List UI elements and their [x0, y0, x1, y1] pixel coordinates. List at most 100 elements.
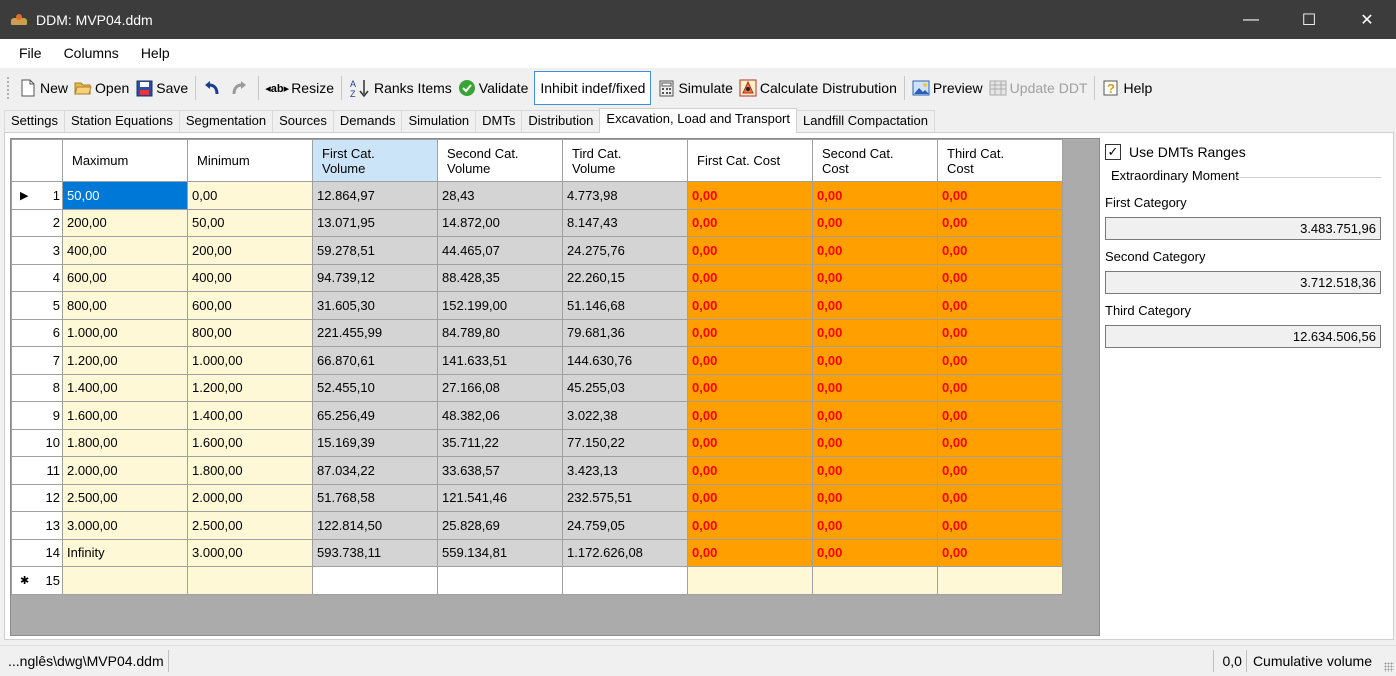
- grid-cell[interactable]: 1.600,00: [187, 428, 313, 457]
- grid-cell[interactable]: [62, 566, 188, 595]
- grid-cell[interactable]: 1.400,00: [187, 401, 313, 430]
- row-header[interactable]: 13: [11, 511, 63, 540]
- grid-cell[interactable]: 593.738,11: [312, 538, 438, 567]
- grid-cell[interactable]: 0,00: [812, 428, 938, 457]
- grid-cell[interactable]: 1.800,00: [62, 428, 188, 457]
- menu-help[interactable]: Help: [130, 39, 181, 68]
- grid-cell[interactable]: 1.000,00: [62, 318, 188, 347]
- grid-cell[interactable]: 24.275,76: [562, 236, 688, 265]
- grid-cell[interactable]: 0,00: [937, 428, 1063, 457]
- new-row[interactable]: ✱ 15: [11, 566, 1063, 595]
- grid-cell[interactable]: 152.199,00: [437, 291, 563, 320]
- grid-cell[interactable]: 400,00: [187, 263, 313, 292]
- grid-cell[interactable]: 0,00: [937, 538, 1063, 567]
- grid-cell[interactable]: 0,00: [937, 483, 1063, 512]
- grid-cell[interactable]: 0,00: [812, 181, 938, 210]
- grid-cell[interactable]: 0,00: [937, 346, 1063, 375]
- preview-button[interactable]: Preview: [909, 73, 986, 103]
- grid-cell[interactable]: 8.147,43: [562, 208, 688, 237]
- grid-cell[interactable]: 3.000,00: [62, 511, 188, 540]
- grid-cell[interactable]: 0,00: [687, 428, 813, 457]
- grid-cell[interactable]: 600,00: [62, 263, 188, 292]
- row-header[interactable]: 3: [11, 236, 63, 265]
- grid-cell[interactable]: 2.500,00: [62, 483, 188, 512]
- grid-cell[interactable]: 232.575,51: [562, 483, 688, 512]
- grid-cell[interactable]: 48.382,06: [437, 401, 563, 430]
- undo-button[interactable]: [200, 73, 227, 103]
- col-header-second-cat-cost[interactable]: Second Cat. Cost: [812, 139, 938, 182]
- grid-cell[interactable]: 1.600,00: [62, 401, 188, 430]
- table-row[interactable]: 7 1.200,00 1.000,00 66.870,61 141.633,51 144.…: [11, 346, 1063, 375]
- tab-excavation-load-transport[interactable]: Excavation, Load and Transport: [599, 108, 797, 133]
- toolbar-grip-icon[interactable]: [6, 76, 10, 100]
- grid-cell[interactable]: 0,00: [937, 181, 1063, 210]
- open-button[interactable]: Open: [71, 73, 132, 103]
- grid-cell[interactable]: 66.870,61: [312, 346, 438, 375]
- grid-cell[interactable]: 12.864,97: [312, 181, 438, 210]
- grid-cell[interactable]: 0,00: [187, 181, 313, 210]
- table-row[interactable]: 14 Infinity 3.000,00 593.738,11 559.134,81 1.…: [11, 538, 1063, 567]
- row-header[interactable]: 7: [11, 346, 63, 375]
- third-category-field[interactable]: 12.634.506,56: [1105, 325, 1381, 348]
- row-header[interactable]: ▶ 1: [11, 181, 63, 210]
- grid-cell[interactable]: 2.000,00: [62, 456, 188, 485]
- grid-cell[interactable]: 27.166,08: [437, 373, 563, 402]
- grid-cell[interactable]: 122.814,50: [312, 511, 438, 540]
- validate-button[interactable]: Validate: [455, 73, 532, 103]
- grid-cell[interactable]: 1.800,00: [187, 456, 313, 485]
- minimize-button[interactable]: —: [1222, 0, 1280, 39]
- grid-cell[interactable]: 25.828,69: [437, 511, 563, 540]
- grid-cell[interactable]: 79.681,36: [562, 318, 688, 347]
- table-row[interactable]: 12 2.500,00 2.000,00 51.768,58 121.541,46 232…: [11, 483, 1063, 512]
- grid-cell[interactable]: 0,00: [687, 373, 813, 402]
- help-button[interactable]: ? Help: [1099, 73, 1155, 103]
- grid-cell[interactable]: 0,00: [812, 483, 938, 512]
- menu-file[interactable]: File: [0, 39, 53, 68]
- grid-cell[interactable]: 0,00: [812, 401, 938, 430]
- grid-cell[interactable]: 44.465,07: [437, 236, 563, 265]
- grid-cell[interactable]: 13.071,95: [312, 208, 438, 237]
- resize-grip-icon[interactable]: [1384, 662, 1394, 672]
- grid-cell[interactable]: 1.172.626,08: [562, 538, 688, 567]
- tab-demands[interactable]: Demands: [332, 110, 403, 132]
- grid-cell[interactable]: 221.455,99: [312, 318, 438, 347]
- grid-cell[interactable]: 0,00: [687, 291, 813, 320]
- grid-cell[interactable]: 141.633,51: [437, 346, 563, 375]
- table-row[interactable]: 6 1.000,00 800,00 221.455,99 84.789,80 79.681…: [11, 318, 1063, 347]
- row-header[interactable]: 5: [11, 291, 63, 320]
- grid-cell[interactable]: [437, 566, 563, 595]
- grid-cell[interactable]: 87.034,22: [312, 456, 438, 485]
- grid-cell[interactable]: [812, 566, 938, 595]
- grid-cell[interactable]: 45.255,03: [562, 373, 688, 402]
- grid-cell[interactable]: 0,00: [812, 263, 938, 292]
- status-mode[interactable]: Cumulative volume: [1245, 650, 1396, 672]
- grid-cell[interactable]: [937, 566, 1063, 595]
- update-ddt-button[interactable]: Update DDT: [986, 73, 1091, 103]
- grid-cell[interactable]: [187, 566, 313, 595]
- calculate-distribution-button[interactable]: Calculate Distrubution: [736, 73, 900, 103]
- grid-cell[interactable]: 1.200,00: [62, 346, 188, 375]
- grid-cell[interactable]: 0,00: [937, 456, 1063, 485]
- grid-cell[interactable]: 24.759,05: [562, 511, 688, 540]
- tab-distribution[interactable]: Distribution: [521, 110, 601, 132]
- row-header[interactable]: 8: [11, 373, 63, 402]
- inhibit-indef-fixed-button[interactable]: Inhibit indef/fixed: [534, 71, 652, 105]
- grid-cell[interactable]: 77.150,22: [562, 428, 688, 457]
- tab-landfill-compactation[interactable]: Landfill Compactation: [795, 110, 936, 132]
- tab-station-equations[interactable]: Station Equations: [63, 110, 180, 132]
- grid-cell[interactable]: 0,00: [687, 483, 813, 512]
- grid-cell[interactable]: 3.022,38: [562, 401, 688, 430]
- grid-cell[interactable]: 51.146,68: [562, 291, 688, 320]
- use-dmts-ranges-checkbox[interactable]: ✓ Use DMTs Ranges: [1105, 140, 1385, 164]
- grid-cell[interactable]: 559.134,81: [437, 538, 563, 567]
- grid-cell[interactable]: [312, 566, 438, 595]
- grid-cell[interactable]: 0,00: [812, 373, 938, 402]
- grid-cell[interactable]: 50,00: [187, 208, 313, 237]
- grid-cell[interactable]: [687, 566, 813, 595]
- tab-segmentation[interactable]: Segmentation: [178, 110, 274, 132]
- row-header[interactable]: 2: [11, 208, 63, 237]
- grid-cell[interactable]: 1.000,00: [187, 346, 313, 375]
- grid-cell[interactable]: 0,00: [937, 318, 1063, 347]
- tab-sources[interactable]: Sources: [272, 110, 334, 132]
- tab-settings[interactable]: Settings: [4, 110, 65, 132]
